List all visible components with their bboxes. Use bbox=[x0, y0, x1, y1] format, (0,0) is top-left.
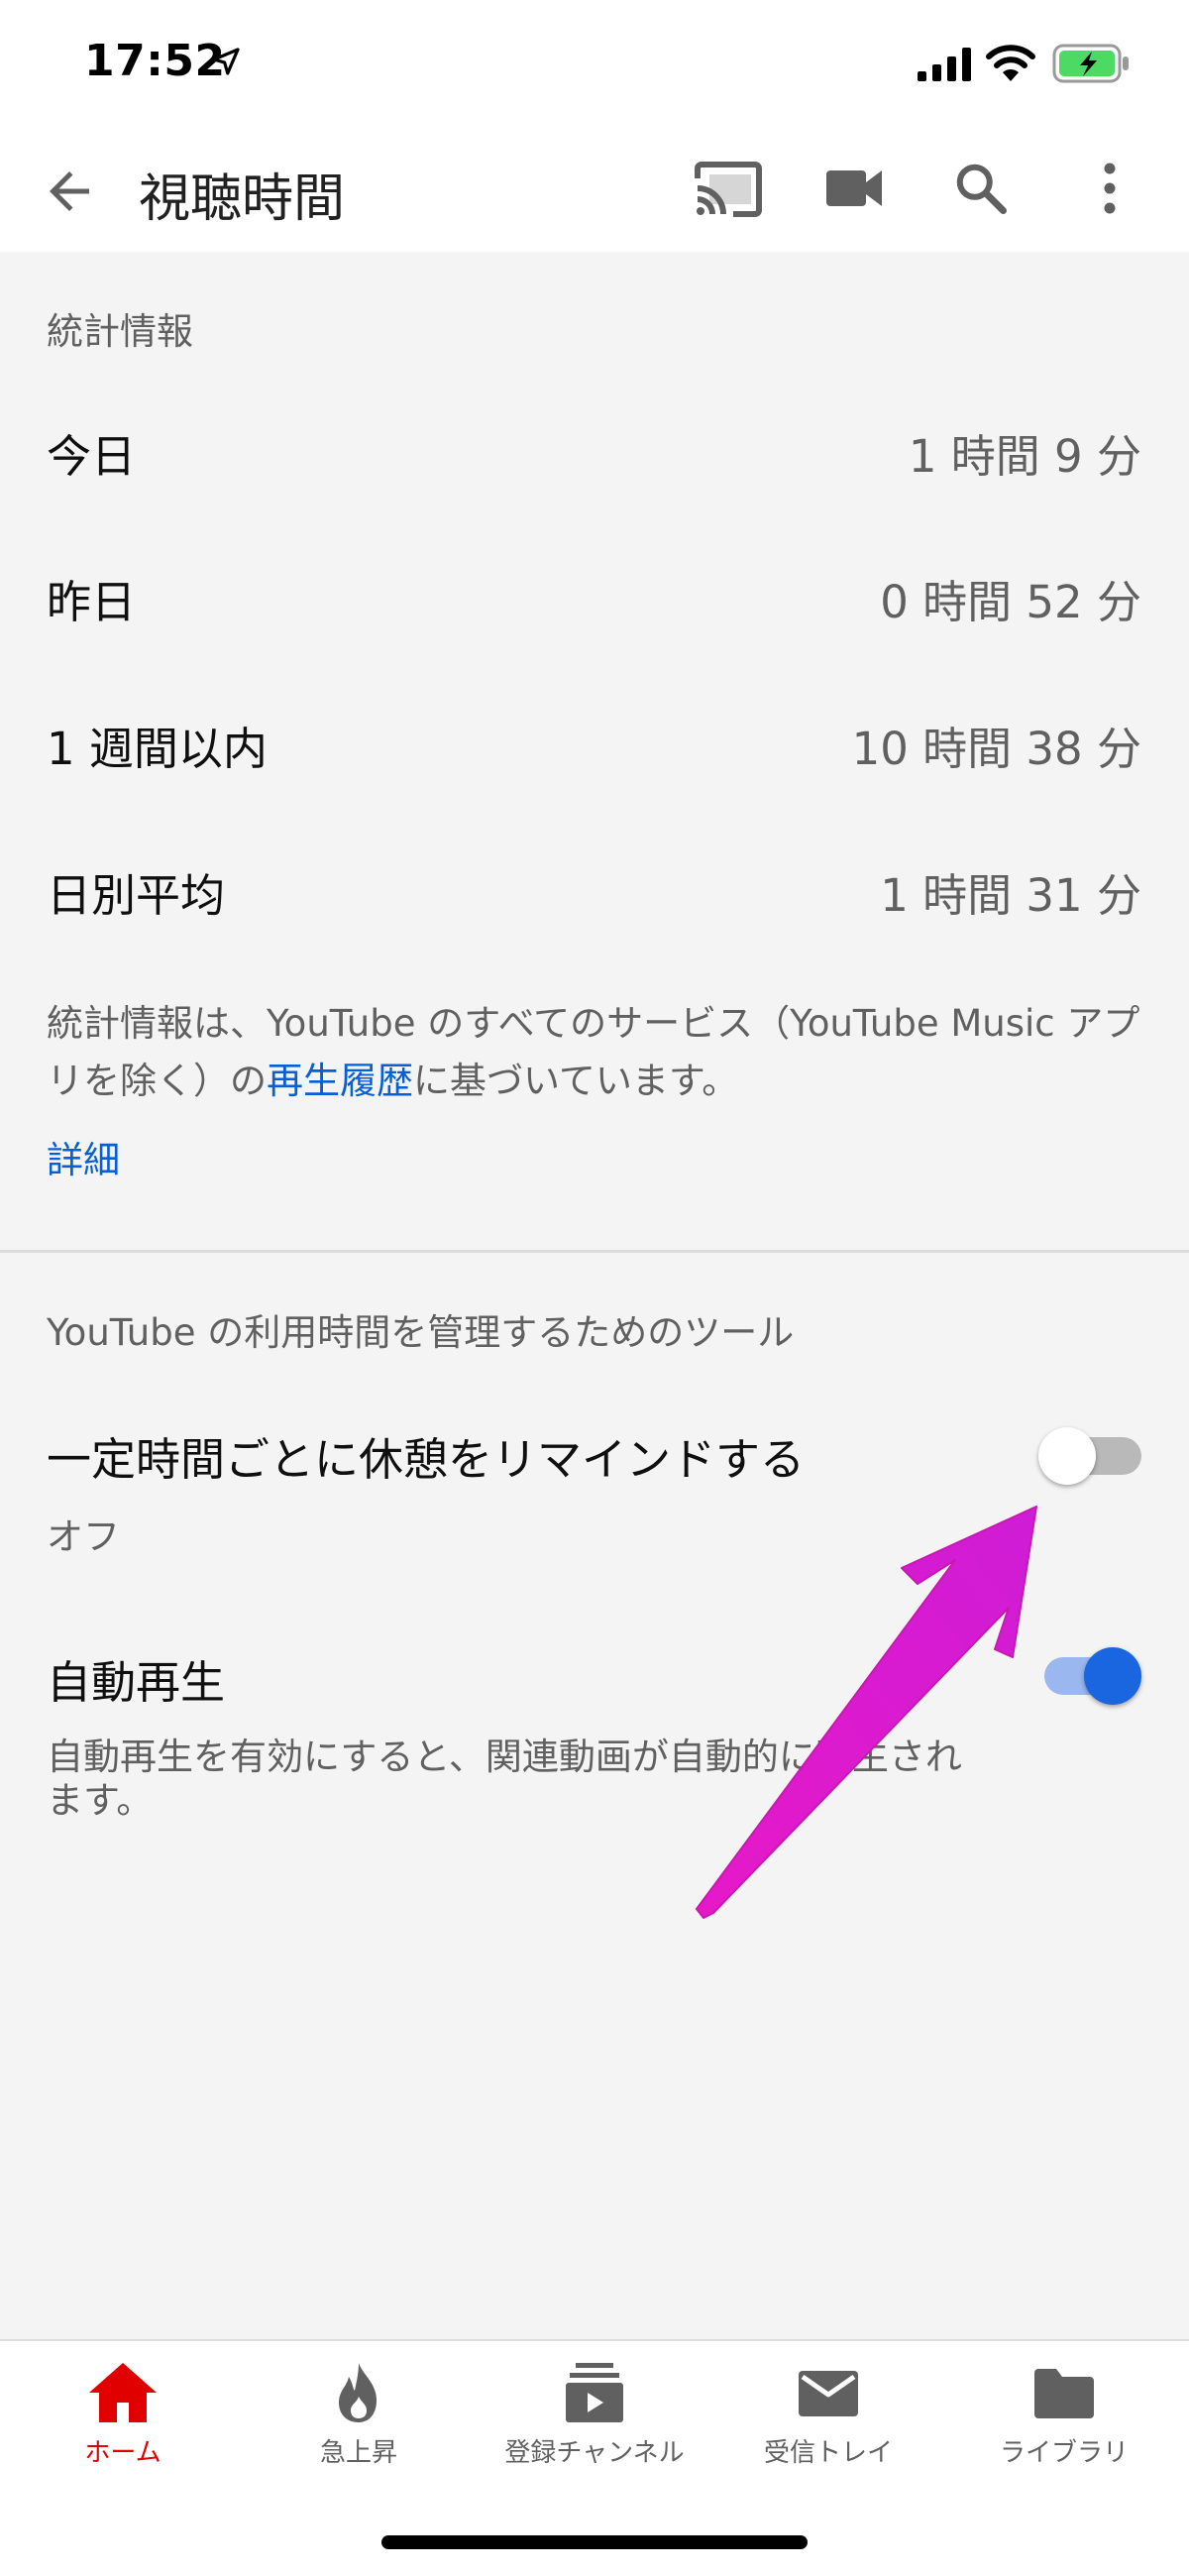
stat-row-daily-average: 日別平均 1 時間 31 分 bbox=[0, 838, 1189, 937]
break-reminder-status: オフ bbox=[47, 1515, 120, 1558]
app-bar: 視聴時間 bbox=[0, 129, 1189, 252]
tools-header: YouTube の利用時間を管理するためのツール bbox=[47, 1311, 795, 1354]
stat-value: 1 時間 9 分 bbox=[908, 430, 1141, 483]
subscriptions-icon bbox=[566, 2363, 623, 2422]
stat-row-yesterday: 昨日 0 時間 52 分 bbox=[0, 544, 1189, 643]
back-arrow-icon[interactable] bbox=[40, 162, 99, 221]
watch-history-link[interactable]: 再生履歴 bbox=[267, 1060, 413, 1102]
nav-item-home[interactable]: ホーム bbox=[4, 2361, 242, 2480]
section-divider bbox=[0, 1250, 1189, 1253]
details-link[interactable]: 詳細 bbox=[47, 1130, 120, 1183]
folder-icon bbox=[1034, 2369, 1094, 2418]
stats-info-text: 統計情報は、YouTube のすべてのサービス（YouTube Music アプ… bbox=[47, 995, 1146, 1110]
nav-label: ホーム bbox=[84, 2438, 162, 2468]
nav-item-inbox[interactable]: 受信トレイ bbox=[709, 2361, 947, 2480]
nav-label: 登録チャンネル bbox=[504, 2438, 685, 2468]
info-text-suffix: に基づいています。 bbox=[413, 1060, 739, 1102]
annotation-arrow-icon bbox=[696, 1506, 1037, 1919]
break-reminder-toggle[interactable] bbox=[1038, 1427, 1141, 1485]
nav-item-library[interactable]: ライブラリ bbox=[945, 2361, 1183, 2480]
stat-label: 1 週間以内 bbox=[47, 723, 268, 775]
nav-label: 急上昇 bbox=[319, 2438, 397, 2468]
page-title: 視聴時間 bbox=[139, 169, 346, 229]
home-icon bbox=[89, 2363, 157, 2422]
nav-label: 受信トレイ bbox=[763, 2438, 893, 2468]
stat-label: 今日 bbox=[47, 430, 137, 483]
stat-value: 0 時間 52 分 bbox=[880, 576, 1141, 628]
stat-value: 1 時間 31 分 bbox=[880, 869, 1141, 922]
mail-icon bbox=[799, 2371, 858, 2416]
autoplay-toggle[interactable] bbox=[1038, 1647, 1141, 1705]
fire-icon bbox=[339, 2363, 377, 2422]
nav-item-trending[interactable]: 急上昇 bbox=[240, 2361, 478, 2480]
toggle-thumb bbox=[1038, 1427, 1096, 1485]
stat-label: 日別平均 bbox=[47, 869, 226, 922]
cast-icon[interactable] bbox=[694, 159, 763, 220]
stat-row-today: 今日 1 時間 9 分 bbox=[0, 398, 1189, 498]
stats-header: 統計情報 bbox=[47, 310, 193, 353]
search-icon[interactable] bbox=[951, 159, 1011, 218]
nav-label: ライブラリ bbox=[999, 2438, 1129, 2468]
status-time: 17:52 bbox=[84, 36, 226, 86]
wifi-icon bbox=[986, 45, 1035, 81]
video-camera-icon[interactable] bbox=[824, 165, 884, 212]
stat-row-week: 1 週間以内 10 時間 38 分 bbox=[0, 691, 1189, 790]
autoplay-title: 自動再生 bbox=[47, 1656, 226, 1709]
cellular-signal-icon bbox=[918, 48, 971, 81]
battery-charging-icon bbox=[1052, 44, 1129, 83]
location-arrow-icon bbox=[212, 48, 240, 75]
home-indicator[interactable] bbox=[381, 2535, 808, 2549]
toggle-thumb bbox=[1084, 1647, 1141, 1705]
more-vertical-icon[interactable] bbox=[1090, 159, 1130, 218]
status-bar: 17:52 bbox=[0, 0, 1189, 129]
autoplay-description: 自動再生を有効にすると、関連動画が自動的に再生されます。 bbox=[47, 1736, 962, 1822]
break-reminder-title: 一定時間ごとに休憩をリマインドする bbox=[47, 1433, 806, 1486]
nav-item-subscriptions[interactable]: 登録チャンネル bbox=[476, 2361, 713, 2480]
stat-label: 昨日 bbox=[47, 576, 137, 628]
stat-value: 10 時間 38 分 bbox=[851, 723, 1141, 775]
